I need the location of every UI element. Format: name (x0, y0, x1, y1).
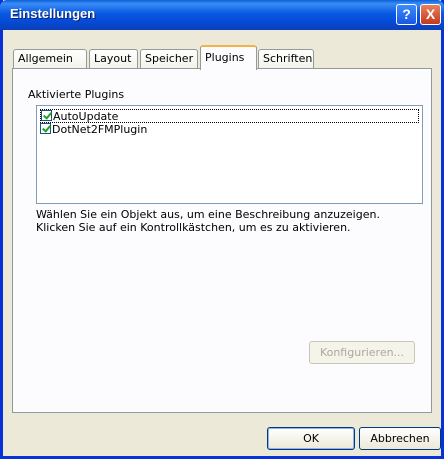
plugin-label: DotNet2FMPlugin (52, 123, 148, 136)
tab-plugins[interactable]: Plugins (200, 45, 257, 70)
description-line: Klicken Sie auf ein Kontrollkästchen, um… (36, 221, 351, 234)
settings-dialog: Einstellungen ? X Allgemein Layout Speic… (0, 0, 444, 459)
list-item[interactable]: AutoUpdate (40, 109, 419, 123)
tab-speicher[interactable]: Speicher (140, 49, 198, 68)
cancel-button[interactable]: Abbrechen (359, 427, 441, 450)
description-line: Wählen Sie ein Objekt aus, um eine Besch… (36, 208, 380, 221)
help-button[interactable]: ? (396, 4, 417, 25)
plugin-checkbox[interactable] (41, 110, 52, 121)
tab-allgemein[interactable]: Allgemein (13, 49, 87, 68)
plugin-description: Wählen Sie ein Objekt aus, um eine Besch… (36, 208, 426, 234)
title-bar[interactable]: Einstellungen ? X (0, 0, 444, 30)
window-title: Einstellungen (10, 6, 96, 21)
ok-button[interactable]: OK (267, 427, 355, 450)
plugin-label: AutoUpdate (53, 110, 119, 123)
plugins-list[interactable]: AutoUpdate DotNet2FMPlugin (36, 105, 423, 204)
tab-schriften[interactable]: Schriften (258, 49, 314, 68)
question-mark-icon: ? (402, 6, 411, 22)
plugin-checkbox[interactable] (40, 123, 51, 134)
tab-layout[interactable]: Layout (89, 49, 138, 68)
list-item[interactable]: DotNet2FMPlugin (40, 123, 419, 137)
close-icon: X (425, 6, 436, 22)
configure-button[interactable]: Konfigurieren... (309, 341, 415, 364)
active-plugins-label: Aktivierte Plugins (28, 88, 125, 101)
close-button[interactable]: X (420, 4, 441, 25)
